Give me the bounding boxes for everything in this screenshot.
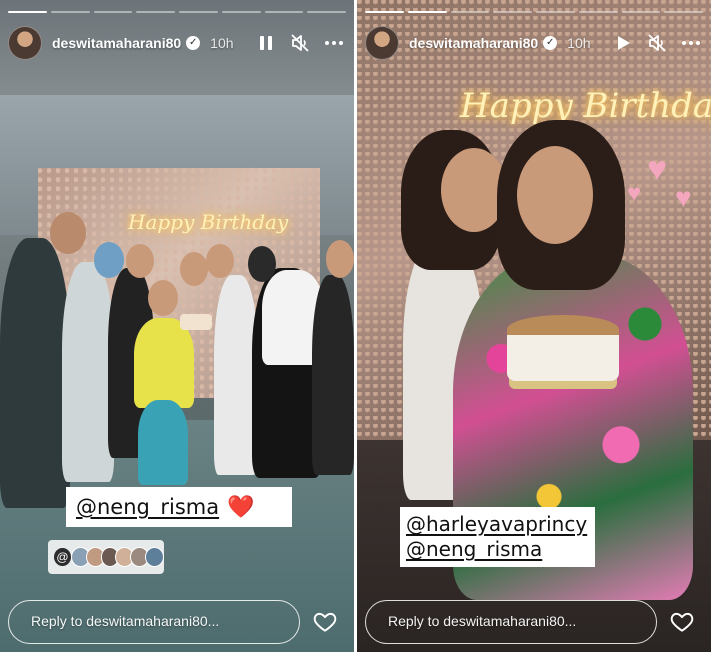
photo-person-head bbox=[206, 244, 234, 278]
mention-link[interactable]: @neng_risma bbox=[76, 495, 219, 519]
verified-badge-icon: ✓ bbox=[186, 36, 201, 50]
story-progress-bar bbox=[8, 11, 346, 13]
more-options-icon[interactable] bbox=[324, 33, 344, 53]
photo-person-head bbox=[248, 246, 276, 282]
heart-emoji: ❤️ bbox=[227, 495, 255, 520]
progress-segment bbox=[307, 11, 346, 13]
reply-input[interactable]: Reply to deswitamaharani80... bbox=[365, 600, 657, 644]
pause-icon[interactable] bbox=[256, 33, 276, 53]
photo-person-head bbox=[50, 212, 86, 254]
photo-person-head bbox=[148, 280, 178, 316]
heart-sticker: ♥ bbox=[675, 182, 692, 213]
progress-segment bbox=[50, 11, 90, 13]
progress-segment bbox=[407, 11, 447, 13]
username-link[interactable]: deswitamaharani80 bbox=[409, 35, 538, 51]
story-controls bbox=[256, 33, 344, 53]
post-time: 10h bbox=[210, 35, 234, 51]
progress-segment bbox=[93, 11, 133, 13]
neon-sign: Happy Birthday bbox=[460, 86, 711, 126]
photo-person-head bbox=[180, 252, 208, 286]
more-options-icon[interactable] bbox=[681, 33, 701, 53]
reply-bar: Reply to deswitamaharani80... bbox=[365, 599, 703, 645]
play-icon[interactable] bbox=[613, 33, 633, 53]
photo-person bbox=[0, 238, 70, 508]
photo-person-head bbox=[126, 244, 154, 278]
photo-person-head bbox=[517, 146, 593, 244]
mention-sticker[interactable]: @neng_risma ❤️ bbox=[66, 487, 292, 527]
heart-sticker: ♥ bbox=[647, 150, 668, 188]
progress-segment bbox=[578, 11, 618, 13]
progress-segment bbox=[450, 11, 490, 13]
reply-bar: Reply to deswitamaharani80... bbox=[8, 599, 346, 645]
reply-input[interactable]: Reply to deswitamaharani80... bbox=[8, 600, 300, 644]
progress-segment bbox=[621, 11, 661, 13]
speaker-muted-icon[interactable] bbox=[647, 33, 667, 53]
progress-segment bbox=[221, 11, 261, 13]
neon-sign: Happy Birthday bbox=[128, 210, 289, 234]
progress-segment bbox=[664, 11, 703, 13]
heart-sticker: ♥ bbox=[627, 180, 642, 207]
progress-segment bbox=[536, 11, 575, 13]
progress-segment bbox=[179, 11, 218, 13]
verified-badge-icon: ✓ bbox=[543, 36, 558, 50]
photo-person bbox=[134, 318, 194, 408]
story-progress-bar bbox=[365, 11, 703, 13]
photo-person bbox=[312, 275, 354, 475]
mention-link[interactable]: @harleyavaprincy bbox=[406, 512, 589, 537]
mention-sticker[interactable]: @harleyavaprincy @neng_risma bbox=[400, 507, 595, 567]
photo-person bbox=[138, 400, 188, 485]
progress-segment bbox=[264, 11, 304, 13]
progress-segment bbox=[136, 11, 175, 13]
threads-avatar-sticker[interactable]: @ bbox=[48, 540, 165, 574]
story-panel-left[interactable]: Happy Birthday deswitamaharani80 ✓ 10h @… bbox=[0, 0, 354, 652]
avatar[interactable] bbox=[8, 26, 42, 60]
story-header: deswitamaharani80 ✓ 10h bbox=[365, 26, 701, 60]
story-controls bbox=[613, 33, 701, 53]
avatar[interactable] bbox=[365, 26, 399, 60]
post-time: 10h bbox=[567, 35, 591, 51]
progress-segment bbox=[8, 11, 47, 13]
story-panel-right[interactable]: Happy Birthday ♥ ♥ ♥ deswitamaharani80 ✓… bbox=[357, 0, 711, 652]
progress-segment bbox=[493, 11, 532, 13]
story-header: deswitamaharani80 ✓ 10h bbox=[8, 26, 344, 60]
photo-person-head bbox=[326, 240, 354, 278]
heart-outline-icon[interactable] bbox=[669, 609, 695, 635]
photo-cake bbox=[507, 315, 619, 381]
photo-cake bbox=[180, 314, 212, 330]
username-link[interactable]: deswitamaharani80 bbox=[52, 35, 181, 51]
threads-icon: @ bbox=[54, 548, 71, 566]
mini-avatar bbox=[145, 547, 165, 567]
photo-person bbox=[62, 262, 114, 482]
heart-outline-icon[interactable] bbox=[312, 609, 338, 635]
speaker-muted-icon[interactable] bbox=[290, 33, 310, 53]
progress-segment bbox=[365, 11, 404, 13]
mention-link[interactable]: @neng_risma bbox=[406, 537, 589, 562]
